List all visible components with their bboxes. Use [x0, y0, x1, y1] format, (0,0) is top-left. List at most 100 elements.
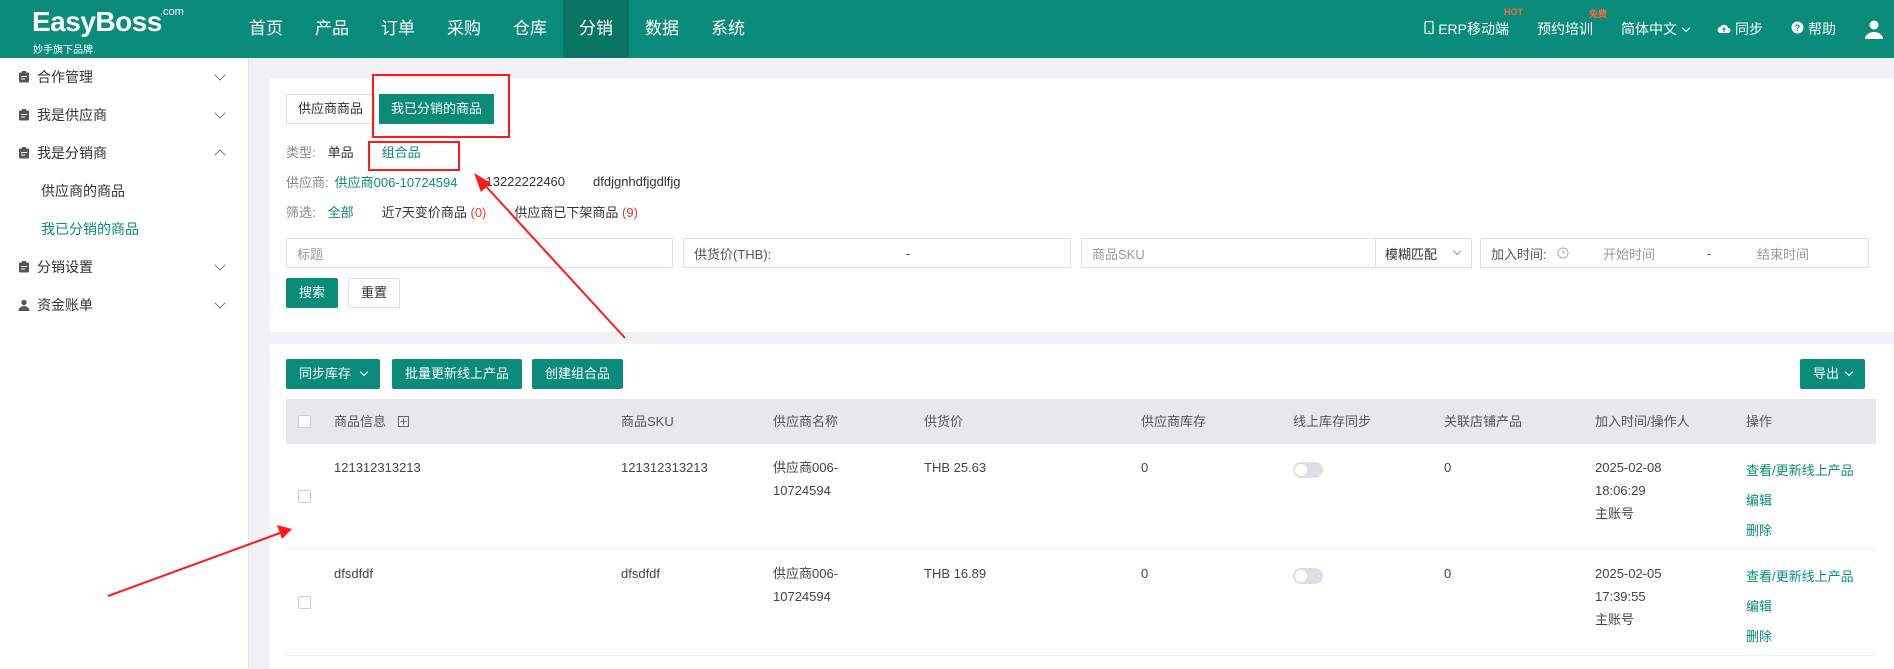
operator: 主账号: [1595, 612, 1635, 627]
supplier-name-line2: 10724594: [773, 589, 831, 604]
chevron-down-icon: [214, 69, 226, 81]
row-actions: 查看/更新线上产品 编辑 删除: [1746, 456, 1854, 546]
nav-purchase[interactable]: 采购: [431, 0, 497, 58]
sku-input[interactable]: 商品SKU 模糊匹配: [1081, 238, 1472, 268]
linked-store-products: 0: [1444, 460, 1452, 475]
chevron-down-icon: [359, 367, 368, 377]
batch-update-button[interactable]: 批量更新线上产品: [392, 359, 523, 389]
clipboard-icon: [19, 261, 29, 273]
th-linked-store-products: 关联店铺产品: [1444, 414, 1523, 429]
view-update-online-link[interactable]: 查看/更新线上产品: [1746, 456, 1854, 486]
table-row: 121312313213 121312313213 供应商006- 107245…: [286, 444, 1876, 550]
th-join-time-operator: 加入时间/操作人: [1595, 414, 1690, 429]
th-label: 商品信息: [334, 414, 387, 429]
title-input[interactable]: 标题: [286, 238, 673, 268]
screen-option-delisted[interactable]: 供应商已下架商品 (9): [514, 202, 638, 221]
sync-stock-button[interactable]: 同步库存: [286, 359, 380, 389]
view-update-online-link[interactable]: 查看/更新线上产品: [1746, 562, 1854, 592]
supplier-name-line2: 10724594: [773, 483, 831, 498]
sidebar-item-supplier[interactable]: 我是供应商: [0, 96, 248, 134]
sidebar-subitem-my-distributed-products[interactable]: 我已分销的商品: [0, 210, 248, 248]
sidebar-item-label: 我是分销商: [37, 145, 107, 161]
nav-products[interactable]: 产品: [299, 0, 365, 58]
sidebar-item-cooperation[interactable]: 合作管理: [0, 58, 248, 96]
row-checkbox[interactable]: [298, 490, 311, 503]
reset-button[interactable]: 重置: [348, 278, 401, 308]
online-stock-sync-toggle[interactable]: [1293, 462, 1323, 478]
user-icon: [18, 299, 30, 311]
select-all-checkbox[interactable]: [298, 415, 311, 428]
product-sku: dfsdfdf: [621, 566, 661, 581]
screen-option-all[interactable]: 全部: [328, 202, 354, 221]
join-date: 2025-02-08: [1595, 460, 1662, 475]
clipboard-icon: [19, 147, 29, 159]
sidebar-item-label: 合作管理: [37, 69, 93, 85]
range-dash: -: [906, 245, 911, 261]
supplier-name-line1: 供应商006-: [773, 460, 839, 475]
match-mode-select[interactable]: 模糊匹配: [1375, 239, 1472, 267]
join-time: 18:06:29: [1595, 483, 1646, 498]
join-time-range[interactable]: 加入时间: 开始时间 - 结束时间: [1480, 238, 1869, 268]
supply-price: THB 16.89: [924, 566, 987, 581]
top-right-tools: ERP移动端 HOT 预约培训 免费 简体中文 同步 ? 帮助: [1424, 0, 1894, 58]
title-placeholder: 标题: [297, 246, 324, 262]
sidebar-item-distributor[interactable]: 我是分销商: [0, 134, 248, 172]
supplier-code: dfdjgnhdfjgdlfjg: [593, 174, 681, 189]
help-label: 帮助: [1808, 21, 1836, 37]
edit-link[interactable]: 编辑: [1746, 486, 1854, 516]
sync-label: 同步: [1735, 21, 1763, 37]
sidebar-item-distribution-settings[interactable]: 分销设置: [0, 248, 248, 286]
nav-distribution[interactable]: 分销: [563, 0, 629, 58]
chevron-down-icon: [214, 107, 226, 119]
th-sku: 商品SKU: [621, 414, 674, 429]
join-time: 17:39:55: [1595, 589, 1646, 604]
join-time-operator: 2025-02-08 18:06:29 主账号: [1595, 456, 1662, 525]
delisted-count: (9): [622, 205, 638, 220]
th-supply-price: 供货价: [924, 414, 964, 429]
sidebar-item-funds[interactable]: 资金账单: [0, 286, 248, 324]
create-combo-button[interactable]: 创建组合品: [532, 359, 624, 389]
product-info: dfsdfdf: [334, 566, 374, 581]
screen-option-price-change[interactable]: 近7天变价商品 (0): [382, 202, 487, 221]
help-link[interactable]: ? 帮助: [1791, 19, 1836, 39]
row-checkbox[interactable]: [298, 596, 311, 609]
export-label: 导出: [1813, 366, 1840, 381]
th-online-stock-sync: 线上库存同步: [1293, 414, 1372, 429]
logo[interactable]: EasyBoss .com 妙手旗下品牌: [32, 6, 184, 56]
online-stock-sync-toggle[interactable]: [1293, 568, 1323, 584]
expand-all-icon[interactable]: [397, 400, 409, 445]
cloud-sync-icon: [1717, 22, 1731, 37]
nav-home[interactable]: 首页: [233, 0, 299, 58]
nav-data[interactable]: 数据: [629, 0, 695, 58]
nav-warehouse[interactable]: 仓库: [497, 0, 563, 58]
supply-price: THB 25.63: [924, 460, 987, 475]
type-label: 类型:: [286, 145, 316, 160]
tab-supplier-products[interactable]: 供应商商品: [286, 94, 376, 124]
sidebar-item-label: 我是供应商: [37, 107, 107, 123]
delete-link[interactable]: 删除: [1746, 622, 1854, 652]
edit-link[interactable]: 编辑: [1746, 592, 1854, 622]
nav-system[interactable]: 系统: [695, 0, 761, 58]
export-button[interactable]: 导出: [1800, 359, 1865, 389]
sync-button[interactable]: 同步: [1717, 19, 1763, 39]
erp-mobile-label: ERP移动端: [1438, 21, 1509, 37]
chevron-down-icon: [1452, 246, 1462, 256]
type-option-single[interactable]: 单品: [328, 142, 354, 161]
nav-orders[interactable]: 订单: [365, 0, 431, 58]
delete-link[interactable]: 删除: [1746, 516, 1854, 546]
screen-label: 筛选:: [286, 205, 316, 220]
join-time-label: 加入时间:: [1491, 246, 1547, 262]
training-link[interactable]: 预约培训 免费: [1537, 9, 1607, 39]
user-avatar-icon[interactable]: [1864, 19, 1894, 39]
annotation-box-tab: [372, 74, 510, 138]
supplier-name-line1: 供应商006-: [773, 566, 839, 581]
annotation-box-combo: [368, 141, 460, 171]
supplier-name-link[interactable]: 供应商006-10724594: [335, 172, 458, 191]
search-button[interactable]: 搜索: [286, 278, 339, 308]
price-range-input[interactable]: 供货价(THB): -: [683, 238, 1071, 268]
sidebar-subitem-supplier-products[interactable]: 供应商的商品: [0, 172, 248, 210]
erp-mobile-link[interactable]: ERP移动端 HOT: [1424, 7, 1523, 39]
hot-badge: HOT: [1504, 7, 1523, 17]
product-sku: 121312313213: [621, 460, 708, 475]
language-select[interactable]: 简体中文: [1621, 19, 1691, 39]
